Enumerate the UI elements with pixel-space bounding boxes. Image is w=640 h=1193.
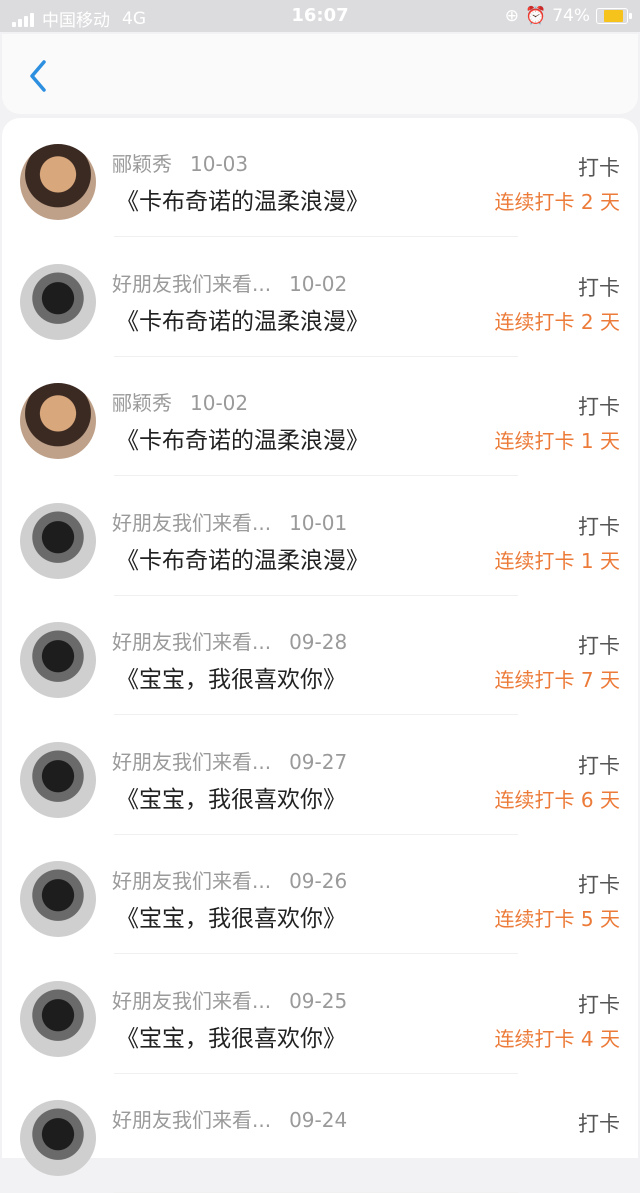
list-item[interactable]: 好朋友我们来看... 09-25 《宝宝，我很喜欢你》 打卡连续打卡 4 天	[2, 955, 638, 1074]
item-meta: 好朋友我们来看... 10-01	[112, 507, 347, 536]
checkin-label: 打卡	[578, 156, 620, 180]
list-item[interactable]: 好朋友我们来看... 09-28 《宝宝，我很喜欢你》 打卡连续打卡 7 天	[2, 596, 638, 715]
checkin-date: 10-02	[190, 391, 249, 415]
avatar[interactable]	[20, 980, 96, 1057]
user-name: 好朋友我们来看...	[112, 988, 272, 1013]
checkin-label: 打卡	[578, 1112, 620, 1136]
status-bar: 中国移动 4G 16:07 ⊕ ⏰ 74%	[0, 0, 640, 32]
list-item[interactable]: 郦颖秀 10-02 《卡布奇诺的温柔浪漫》 打卡连续打卡 1 天	[2, 357, 638, 476]
orientation-lock-icon: ⊕	[504, 6, 520, 26]
book-title: 《卡布奇诺的温柔浪漫》	[116, 189, 369, 215]
book-title: 《宝宝，我很喜欢你》	[116, 1025, 346, 1052]
item-meta: 好朋友我们来看... 09-24	[112, 1104, 347, 1133]
avatar[interactable]	[20, 861, 96, 937]
streak-label: 连续打卡 4 天	[494, 1026, 620, 1051]
streak-label: 连续打卡 7 天	[494, 668, 620, 692]
streak-label: 连续打卡 5 天	[494, 907, 620, 931]
user-name: 好朋友我们来看...	[112, 869, 272, 893]
list-item[interactable]: 好朋友我们来看... 10-02 《卡布奇诺的温柔浪漫》 打卡连续打卡 2 天	[2, 238, 638, 357]
avatar[interactable]	[20, 622, 96, 698]
list-item[interactable]: 好朋友我们来看... 09-26 《宝宝，我很喜欢你》 打卡连续打卡 5 天	[2, 835, 638, 954]
battery-icon	[596, 8, 632, 24]
item-meta: 郦颖秀 10-03	[112, 148, 248, 177]
list-item[interactable]: 好朋友我们来看... 09-24 打卡	[2, 1074, 638, 1193]
avatar[interactable]	[20, 741, 96, 818]
item-meta: 好朋友我们来看... 09-27	[112, 746, 347, 775]
chevron-left-icon	[30, 60, 46, 92]
item-meta: 郦颖秀 10-02	[112, 387, 248, 416]
streak-label: 连续打卡 2 天	[494, 309, 620, 334]
checkin-label: 打卡	[578, 753, 620, 778]
checkin-date: 10-02	[289, 271, 348, 296]
item-meta: 好朋友我们来看... 10-02	[112, 268, 347, 297]
nav-bar	[2, 34, 638, 114]
battery-percent: 74%	[552, 6, 590, 26]
avatar[interactable]	[20, 502, 96, 579]
checkin-label: 打卡	[578, 992, 620, 1017]
user-name: 郦颖秀	[112, 152, 172, 176]
streak-label: 连续打卡 1 天	[494, 548, 620, 573]
item-meta: 好朋友我们来看... 09-25	[112, 985, 347, 1014]
list-item[interactable]: 好朋友我们来看... 10-01 《卡布奇诺的温柔浪漫》 打卡连续打卡 1 天	[2, 477, 638, 596]
user-name: 好朋友我们来看...	[112, 630, 272, 654]
book-title: 《卡布奇诺的温柔浪漫》	[116, 428, 369, 454]
item-meta: 好朋友我们来看... 09-28	[112, 626, 347, 655]
streak-label: 连续打卡 2 天	[494, 190, 620, 214]
avatar[interactable]	[20, 383, 96, 459]
checkin-label: 打卡	[578, 634, 620, 658]
checkin-date: 10-03	[190, 152, 249, 176]
checkin-date: 09-26	[289, 869, 348, 893]
user-name: 好朋友我们来看...	[112, 271, 272, 296]
user-name: 好朋友我们来看...	[112, 1108, 272, 1132]
checkin-label: 打卡	[578, 873, 620, 897]
book-title: 《宝宝，我很喜欢你》	[116, 906, 346, 932]
list-item[interactable]: 好朋友我们来看... 09-27 《宝宝，我很喜欢你》 打卡连续打卡 6 天	[2, 716, 638, 835]
checkin-date: 09-24	[289, 1108, 348, 1132]
streak-label: 连续打卡 6 天	[494, 787, 620, 812]
checkin-label: 打卡	[578, 275, 620, 300]
book-title: 《卡布奇诺的温柔浪漫》	[116, 547, 369, 574]
book-title: 《宝宝，我很喜欢你》	[116, 667, 346, 693]
checkin-label: 打卡	[578, 514, 620, 539]
checkin-label: 打卡	[578, 395, 620, 419]
book-title: 《卡布奇诺的温柔浪漫》	[116, 308, 369, 335]
item-meta: 好朋友我们来看... 09-26	[112, 865, 347, 894]
back-button[interactable]	[20, 56, 56, 96]
book-title: 《宝宝，我很喜欢你》	[116, 786, 346, 813]
alarm-icon: ⏰	[525, 6, 547, 26]
checkin-date: 09-25	[289, 988, 348, 1013]
streak-label: 连续打卡 1 天	[494, 429, 620, 453]
checkin-date: 09-27	[289, 749, 348, 774]
avatar[interactable]	[20, 144, 96, 220]
checkin-date: 10-01	[289, 510, 348, 535]
user-name: 好朋友我们来看...	[112, 510, 272, 535]
avatar[interactable]	[20, 1100, 96, 1176]
checkin-date: 09-28	[289, 630, 348, 654]
checkin-list: 郦颖秀 10-03 《卡布奇诺的温柔浪漫》 打卡 连续打卡 2 天好朋友我们来看... 1…	[2, 118, 638, 1193]
list-item[interactable]: 郦颖秀 10-03 《卡布奇诺的温柔浪漫》 打卡连续打卡 2 天	[2, 118, 638, 237]
avatar[interactable]	[20, 263, 96, 340]
user-name: 好朋友我们来看...	[112, 749, 272, 774]
user-name: 郦颖秀	[112, 391, 172, 415]
